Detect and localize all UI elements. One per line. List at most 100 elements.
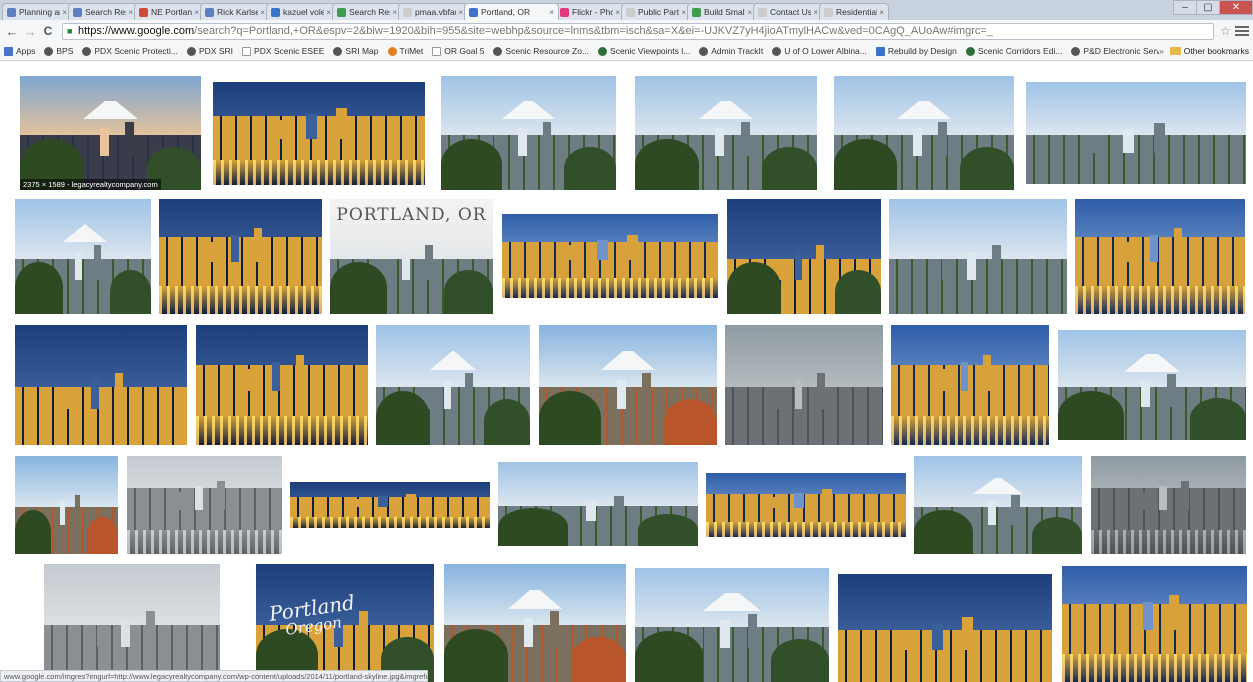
image-result-thumbnail[interactable] (196, 325, 368, 445)
tab-title: Residential I (836, 7, 878, 17)
bookmark-item[interactable]: Scenic Corridors Edi... (965, 46, 1062, 56)
favicon-icon (626, 7, 635, 17)
image-result-thumbnail[interactable] (498, 462, 698, 546)
bookmark-item[interactable]: TriMet (387, 46, 423, 56)
tab-close-icon[interactable]: × (681, 8, 686, 17)
image-result-thumbnail[interactable]: Portland Oregon (256, 564, 434, 682)
image-result-thumbnail[interactable] (635, 76, 817, 190)
image-result-thumbnail[interactable] (213, 82, 425, 185)
image-result-thumbnail[interactable] (15, 456, 118, 554)
image-result-thumbnail[interactable] (1091, 456, 1246, 554)
image-result-thumbnail[interactable] (889, 199, 1067, 314)
bookmark-star-icon[interactable]: ☆ (1220, 24, 1231, 38)
image-result-thumbnail[interactable] (891, 325, 1049, 445)
image-result-thumbnail[interactable] (914, 456, 1082, 554)
bookmark-item[interactable]: U of O Lower Albina... (772, 46, 867, 56)
tab-title: Flickr - Photo (572, 7, 613, 17)
browser-tab[interactable]: Portland, OR × (464, 3, 559, 20)
image-result-thumbnail[interactable] (1062, 566, 1247, 682)
browser-tab[interactable]: Flickr - Photo× (555, 3, 625, 20)
minimize-button[interactable]: – (1173, 0, 1197, 15)
url-host: https://www.google.com (78, 25, 195, 37)
browser-tab[interactable]: NE Portland × (134, 3, 204, 20)
browser-tab[interactable]: Public Partne× (621, 3, 691, 20)
bookmark-label: PDX SRI (199, 46, 234, 56)
image-result-thumbnail[interactable] (290, 482, 490, 528)
tab-close-icon[interactable]: × (813, 8, 818, 17)
tab-close-icon[interactable]: × (392, 8, 397, 17)
tab-title: Build Smal, L (704, 7, 746, 17)
bookmark-item[interactable]: PDX Scenic ESEE (242, 46, 324, 56)
image-result-thumbnail[interactable] (44, 564, 220, 682)
favicon-icon (692, 7, 701, 17)
tab-close-icon[interactable]: × (326, 8, 331, 17)
forward-button[interactable]: → (22, 23, 38, 39)
favicon-icon (758, 7, 767, 17)
bookmark-item[interactable]: P&D Electronic Servi... (1071, 46, 1169, 56)
image-result-thumbnail[interactable] (15, 325, 187, 445)
image-result-thumbnail[interactable] (159, 199, 322, 314)
bookmark-item[interactable]: BPS (44, 46, 73, 56)
lock-icon: ■ (67, 26, 73, 36)
address-bar[interactable]: ■ https://www.google.com /search?q=Portl… (62, 22, 1215, 40)
tab-close-icon[interactable]: × (615, 8, 620, 17)
tab-close-icon[interactable]: × (62, 8, 67, 17)
globe-icon (333, 46, 343, 56)
image-result-thumbnail[interactable] (706, 473, 906, 537)
back-button[interactable]: ← (4, 23, 20, 39)
tab-close-icon[interactable]: × (128, 8, 133, 17)
image-result-thumbnail[interactable] (376, 325, 530, 445)
browser-tab[interactable]: pmaa.vbfaux× (398, 3, 468, 20)
bookmark-item[interactable]: Rebuild by Design (875, 46, 957, 56)
browser-tab[interactable]: Planning and× (2, 3, 72, 20)
maximize-button[interactable]: ▢ (1196, 0, 1220, 15)
bookmark-item[interactable]: Scenic Viewpoints l... (598, 46, 690, 56)
other-bookmarks[interactable]: » Other bookmarks (1159, 46, 1249, 56)
flag-icon (875, 46, 885, 56)
browser-tab[interactable]: Rick Karlsen× (200, 3, 270, 20)
tab-close-icon[interactable]: × (260, 8, 265, 17)
folder-icon (1169, 47, 1181, 55)
bookmark-label: Apps (16, 46, 36, 56)
image-result-thumbnail[interactable] (15, 199, 151, 314)
image-result-thumbnail[interactable] (539, 325, 717, 445)
browser-tab[interactable]: Build Smal, L× (687, 3, 757, 20)
browser-tab[interactable]: Residential I× (819, 3, 889, 20)
bookmark-item[interactable]: PDX SRI (187, 46, 233, 56)
image-result-thumbnail[interactable] (834, 76, 1014, 190)
browser-tab[interactable]: kazuel voleti× (266, 3, 336, 20)
image-result-thumbnail[interactable] (127, 456, 282, 554)
bookmark-item[interactable]: Admin TrackIt (699, 46, 763, 56)
tab-close-icon[interactable]: × (747, 8, 752, 17)
tab-close-icon[interactable]: × (194, 8, 199, 17)
bookmark-item[interactable]: PDX Scenic Protecti... (82, 46, 178, 56)
image-result-thumbnail[interactable]: 2375 × 1589 - legacyrealtycompany.com (20, 76, 201, 190)
reload-button[interactable]: C (40, 23, 56, 39)
favicon-icon (7, 7, 16, 17)
bookmark-item[interactable]: Apps (4, 46, 35, 56)
image-result-thumbnail[interactable] (1026, 82, 1246, 184)
browser-tab[interactable]: Search Result× (332, 3, 402, 20)
image-result-thumbnail[interactable] (444, 564, 626, 682)
image-result-thumbnail[interactable] (725, 325, 883, 445)
tab-close-icon[interactable]: × (549, 8, 554, 17)
bookmark-label: PDX Scenic Protecti... (94, 46, 179, 56)
bookmark-item[interactable]: Scenic Resource Zo... (493, 46, 589, 56)
menu-icon[interactable] (1235, 24, 1249, 38)
browser-tab[interactable]: Contact Us -× (753, 3, 823, 20)
image-result-thumbnail[interactable] (1058, 330, 1246, 440)
tab-close-icon[interactable]: × (879, 8, 884, 17)
image-result-thumbnail[interactable]: PORTLAND, OR (330, 199, 493, 314)
image-result-thumbnail[interactable] (502, 214, 718, 298)
image-result-thumbnail[interactable] (635, 568, 829, 682)
bookmark-label: U of O Lower Albina... (784, 46, 867, 56)
image-result-thumbnail[interactable] (838, 574, 1052, 682)
image-result-thumbnail[interactable] (441, 76, 616, 190)
image-result-thumbnail[interactable] (1075, 199, 1245, 314)
browser-tab[interactable]: Search Result× (68, 3, 138, 20)
tab-close-icon[interactable]: × (458, 8, 463, 17)
image-result-thumbnail[interactable] (727, 199, 881, 314)
close-window-button[interactable]: ✕ (1219, 0, 1253, 15)
bookmark-item[interactable]: OR Goal 5 (432, 46, 484, 56)
bookmark-item[interactable]: SRI Map (333, 46, 379, 56)
